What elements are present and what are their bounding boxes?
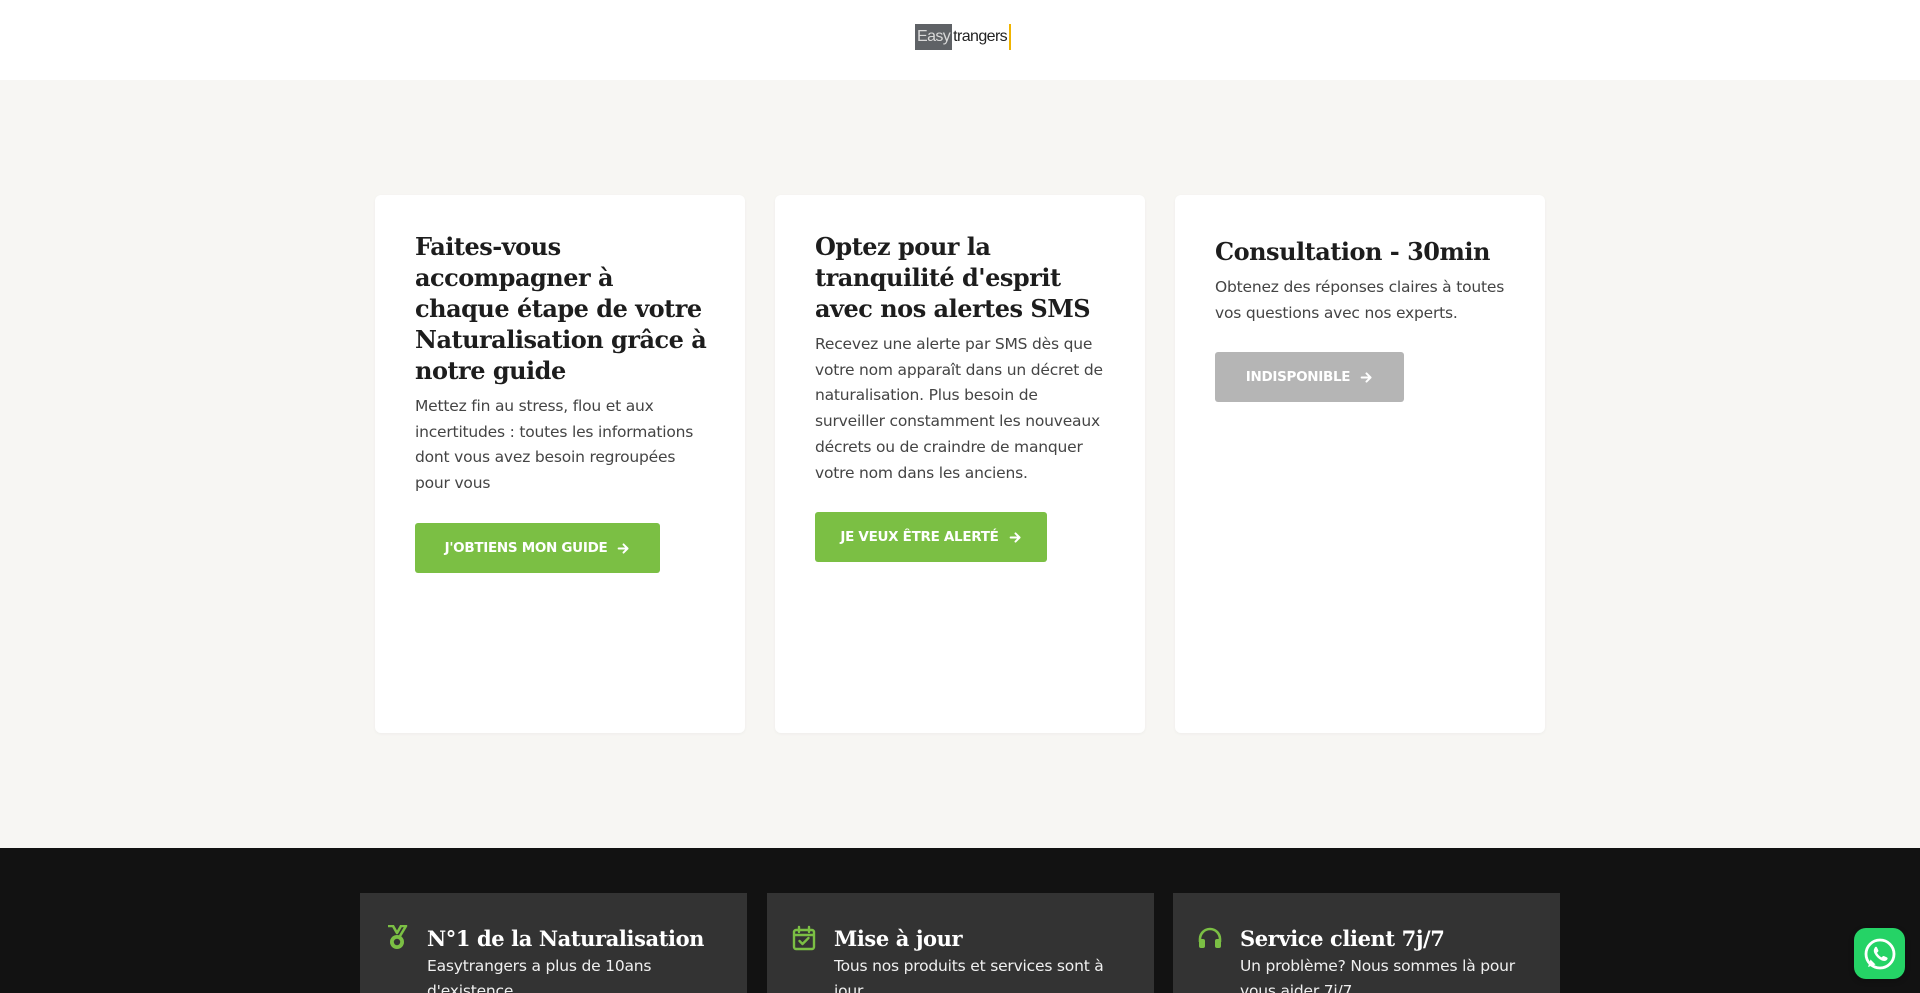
feature-number-one: N°1 de la Naturalisation Easytrangers a … (360, 893, 747, 993)
whatsapp-icon (1864, 938, 1895, 969)
whatsapp-chat-button[interactable] (1854, 928, 1905, 979)
headphones-icon (1198, 927, 1222, 948)
sms-alert-button-label: Je veux être alerté (840, 529, 999, 545)
card-consultation-title: Consultation - 30min (1215, 237, 1490, 266)
card-guide-text: Mettez fin au stress, flou et aux incert… (415, 397, 694, 493)
get-guide-button[interactable]: J'obtiens mon guide (415, 523, 660, 573)
sms-alert-button[interactable]: Je veux être alerté (815, 512, 1047, 562)
feature-updates-title: Mise à jour (834, 926, 963, 951)
feature-customer-service: Service client 7j/7 Un problème? Nous so… (1173, 893, 1560, 993)
consultation-unavailable-button[interactable]: Indisponible (1215, 352, 1404, 402)
card-guide-title: Faites-vous accompagner à chaque étape d… (415, 232, 707, 385)
card-guide: Faites-vous accompagner à chaque étape d… (375, 195, 745, 733)
site-header: Easy trangers (0, 0, 1920, 80)
card-sms-alerts-text: Recevez une alerte par SMS dès que votre… (815, 335, 1103, 482)
logo-part-trangers: trangers (952, 24, 1012, 50)
card-sms-alerts: Optez pour la tranquilité d'esprit avec … (775, 195, 1145, 733)
medal-icon (388, 925, 408, 949)
feature-updates-text: Tous nos produits et services sont à jou… (834, 957, 1104, 993)
calendar-check-icon (792, 925, 816, 951)
card-consultation-text: Obtenez des réponses claires à toutes vo… (1215, 278, 1505, 322)
consultation-button-label: Indisponible (1245, 369, 1351, 385)
card-sms-alerts-title: Optez pour la tranquilité d'esprit avec … (815, 232, 1091, 323)
feature-number-one-title: N°1 de la Naturalisation (427, 926, 705, 951)
get-guide-button-label: J'obtiens mon guide (444, 540, 608, 556)
feature-customer-service-title: Service client 7j/7 (1240, 926, 1445, 951)
logo-part-easy: Easy (915, 24, 953, 50)
feature-number-one-text: Easytrangers a plus de 10ans d'existence (427, 957, 652, 993)
site-logo[interactable]: Easy trangers (915, 24, 1012, 50)
arrow-right-icon (1009, 531, 1021, 543)
arrow-right-icon (1360, 371, 1372, 383)
card-consultation: Consultation - 30min Obtenez des réponse… (1175, 195, 1545, 733)
feature-customer-service-text: Un problème? Nous sommes là pour vous ai… (1240, 957, 1515, 993)
arrow-right-icon (618, 542, 629, 554)
feature-updates: Mise à jour Tous nos produits et service… (767, 893, 1154, 993)
